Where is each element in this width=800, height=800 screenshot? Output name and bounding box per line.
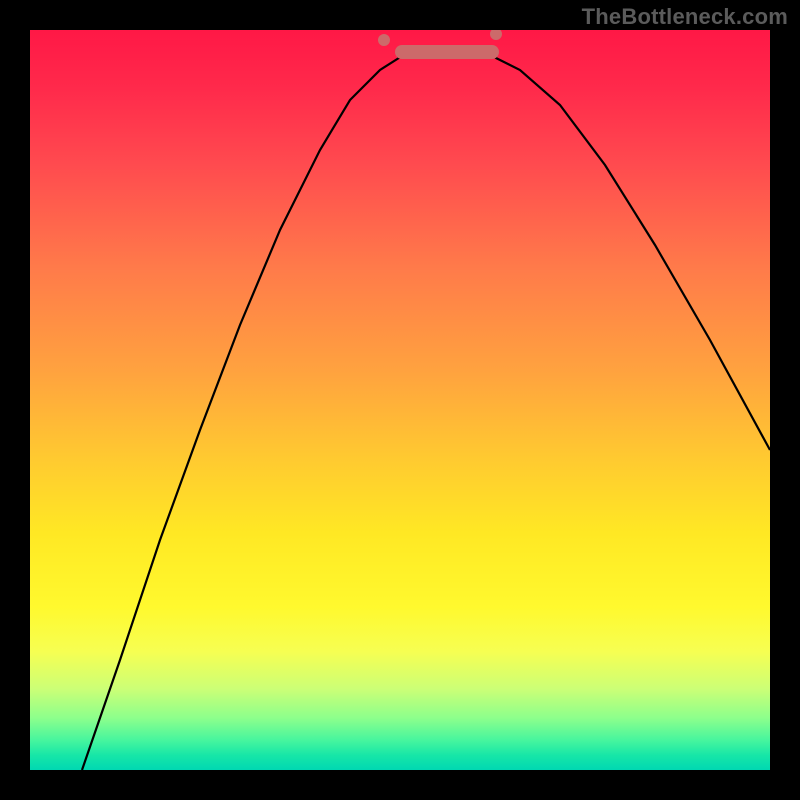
flat-marker-dot-right: [490, 30, 502, 40]
plot-area: [30, 30, 770, 770]
curve-layer: [30, 30, 770, 770]
right-curve: [492, 56, 770, 450]
chart-frame: TheBottleneck.com: [0, 0, 800, 800]
left-curve: [82, 56, 402, 770]
flat-marker-dot-left: [378, 34, 390, 46]
watermark-text: TheBottleneck.com: [582, 4, 788, 30]
